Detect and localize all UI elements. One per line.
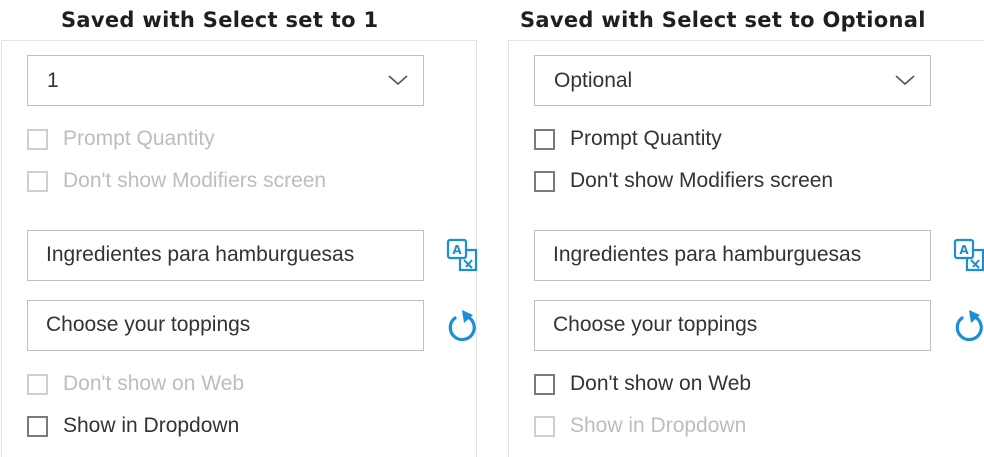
dont-show-on-web-label: Don't show on Web <box>63 372 245 395</box>
dont-show-modifiers-checkbox-row[interactable]: Don't show Modifiers screen <box>27 167 326 195</box>
dont-show-on-web-checkbox-row[interactable]: Don't show on Web <box>534 370 751 398</box>
prompt-quantity-checkbox[interactable] <box>27 128 48 150</box>
chevron-down-icon <box>895 75 915 86</box>
name-input[interactable]: Ingredientes para hamburguesas <box>27 230 424 281</box>
dont-show-on-web-checkbox-row[interactable]: Don't show on Web <box>27 370 244 398</box>
select-value: Optional <box>554 69 633 92</box>
show-in-dropdown-checkbox-row[interactable]: Show in Dropdown <box>534 412 746 440</box>
chevron-down-icon <box>388 75 408 86</box>
prompt-quantity-checkbox-row[interactable]: Prompt Quantity <box>27 125 215 153</box>
description-input[interactable]: Choose your toppings <box>27 300 424 351</box>
left-panel: 1 Prompt Quantity Don't show Modifiers s… <box>1 40 478 457</box>
svg-text:A: A <box>959 243 969 257</box>
dont-show-modifiers-checkbox[interactable] <box>534 170 555 192</box>
show-in-dropdown-checkbox-row[interactable]: Show in Dropdown <box>27 412 239 440</box>
prompt-quantity-label: Prompt Quantity <box>570 127 722 150</box>
show-in-dropdown-label: Show in Dropdown <box>63 414 240 437</box>
right-heading: Saved with Select set to Optional <box>520 8 926 32</box>
dont-show-modifiers-checkbox-row[interactable]: Don't show Modifiers screen <box>534 167 833 195</box>
show-in-dropdown-checkbox[interactable] <box>534 415 555 437</box>
prompt-quantity-checkbox-row[interactable]: Prompt Quantity <box>534 125 722 153</box>
show-in-dropdown-label: Show in Dropdown <box>570 414 747 437</box>
refresh-icon[interactable] <box>953 308 984 342</box>
refresh-icon[interactable] <box>446 308 478 342</box>
select-value: 1 <box>47 69 59 92</box>
dont-show-on-web-label: Don't show on Web <box>570 372 752 395</box>
right-panel: Optional Prompt Quantity Don't show Modi… <box>508 40 984 457</box>
left-heading: Saved with Select set to 1 <box>61 8 379 32</box>
prompt-quantity-checkbox[interactable] <box>534 128 555 150</box>
name-input[interactable]: Ingredientes para hamburguesas <box>534 230 931 281</box>
select-dropdown[interactable]: Optional <box>534 55 931 106</box>
dont-show-modifiers-label: Don't show Modifiers screen <box>63 169 327 192</box>
show-in-dropdown-checkbox[interactable] <box>27 415 48 437</box>
translate-icon[interactable]: A <box>446 238 478 272</box>
dont-show-modifiers-label: Don't show Modifiers screen <box>570 169 834 192</box>
translate-icon[interactable]: A <box>953 238 984 272</box>
prompt-quantity-label: Prompt Quantity <box>63 127 215 150</box>
dont-show-modifiers-checkbox[interactable] <box>27 170 48 192</box>
description-input[interactable]: Choose your toppings <box>534 300 931 351</box>
svg-text:A: A <box>452 243 462 257</box>
select-dropdown[interactable]: 1 <box>27 55 424 106</box>
dont-show-on-web-checkbox[interactable] <box>27 373 48 395</box>
dont-show-on-web-checkbox[interactable] <box>534 373 555 395</box>
